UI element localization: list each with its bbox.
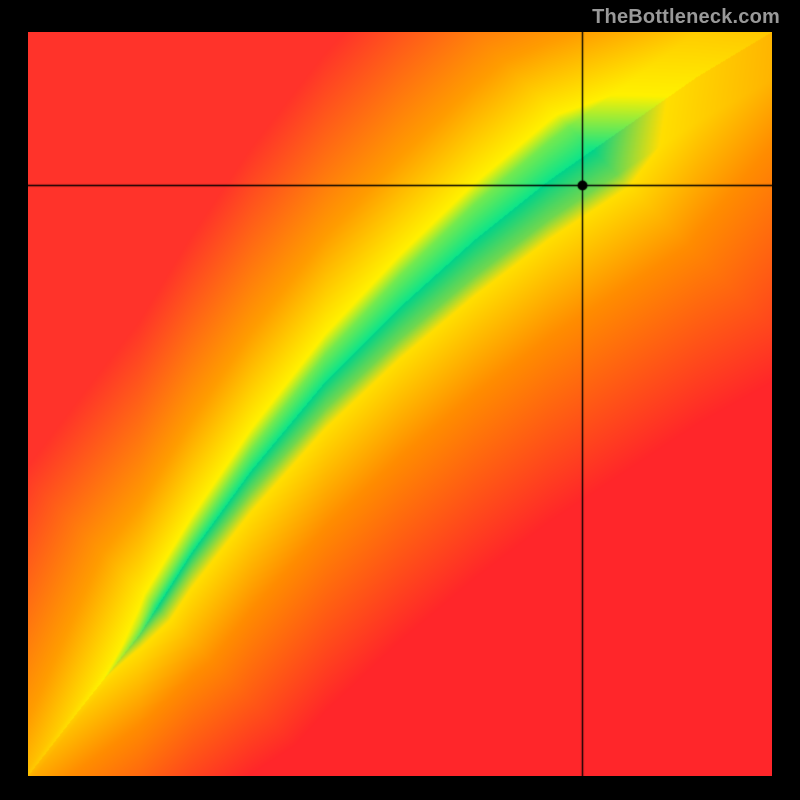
heatmap-plot [28,32,772,776]
attribution-text: TheBottleneck.com [592,6,780,29]
chart-container: TheBottleneck.com [0,0,800,800]
heatmap-canvas [28,32,772,776]
